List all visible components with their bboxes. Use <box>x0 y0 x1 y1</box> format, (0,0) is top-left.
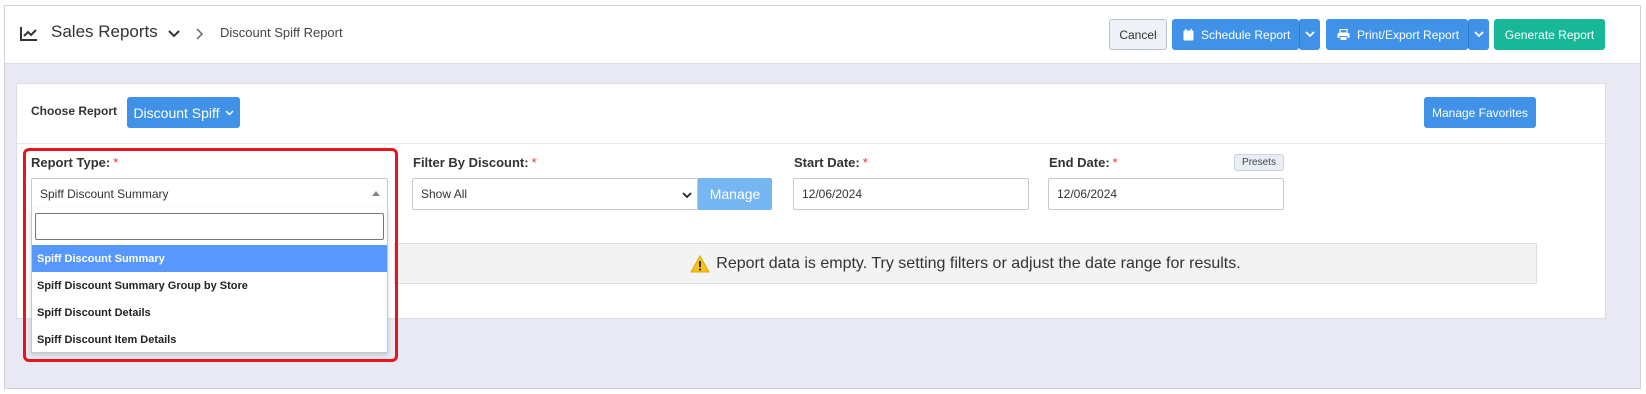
choose-report-value: Discount Spiff <box>133 104 220 121</box>
manage-discounts-button[interactable]: Manage <box>698 178 772 210</box>
chevron-down-icon <box>225 109 234 116</box>
generate-report-label: Generate Report <box>1504 27 1595 42</box>
chevron-down-icon <box>682 192 692 199</box>
cancel-button-label: Cancel <box>1119 27 1157 42</box>
breadcrumb-current: Discount Spiff Report <box>220 25 343 40</box>
warning-icon <box>690 254 711 272</box>
highlight-box <box>23 148 398 362</box>
required-mark: * <box>1112 155 1118 170</box>
print-export-label: Print/Export Report <box>1357 27 1460 42</box>
end-date-label: End Date: * <box>1049 155 1118 170</box>
page-title[interactable]: Sales Reports <box>51 22 158 42</box>
schedule-report-label: Schedule Report <box>1201 27 1291 42</box>
print-export-dropdown[interactable] <box>1468 19 1489 50</box>
manage-favorites-label: Manage Favorites <box>1431 105 1529 120</box>
schedule-report-dropdown[interactable] <box>1299 19 1320 50</box>
printer-icon <box>1337 28 1350 41</box>
required-mark: * <box>531 155 537 170</box>
end-date-input[interactable]: 12/06/2024 <box>1048 178 1284 210</box>
end-date-value: 12/06/2024 <box>1057 187 1118 201</box>
card-divider <box>17 143 1605 144</box>
manage-label: Manage <box>709 186 761 202</box>
empty-data-alert: Report data is empty. Try setting filter… <box>394 243 1537 284</box>
breadcrumb-separator-icon <box>196 28 204 40</box>
chart-line-icon <box>20 27 37 41</box>
presets-button[interactable]: Presets <box>1234 154 1284 171</box>
schedule-report-button[interactable]: Schedule Report <box>1172 19 1299 50</box>
chevron-down-icon <box>1474 31 1484 38</box>
start-date-label: Start Date: * <box>794 155 868 170</box>
chevron-down-icon <box>1305 31 1315 38</box>
choose-report-label: Choose Report <box>31 104 118 118</box>
discount-filter-value: Show All <box>421 187 468 201</box>
calendar-icon <box>1183 28 1194 40</box>
start-date-input[interactable]: 12/06/2024 <box>793 178 1029 210</box>
start-date-value: 12/06/2024 <box>802 187 863 201</box>
required-mark: * <box>862 155 868 170</box>
generate-report-button[interactable]: Generate Report <box>1494 19 1605 50</box>
chevron-down-icon[interactable] <box>168 30 180 38</box>
cancel-button[interactable]: Cancel <box>1109 19 1167 50</box>
presets-label: Presets <box>1242 157 1276 168</box>
choose-report-button[interactable]: Discount Spiff <box>127 97 240 128</box>
manage-favorites-button[interactable]: Manage Favorites <box>1424 97 1536 128</box>
alert-message: Report data is empty. Try setting filter… <box>716 254 1241 272</box>
print-export-button[interactable]: Print/Export Report <box>1326 19 1468 50</box>
filter-discount-label: Filter By Discount: * <box>413 155 537 170</box>
discount-filter-select[interactable]: Show All <box>412 178 698 210</box>
